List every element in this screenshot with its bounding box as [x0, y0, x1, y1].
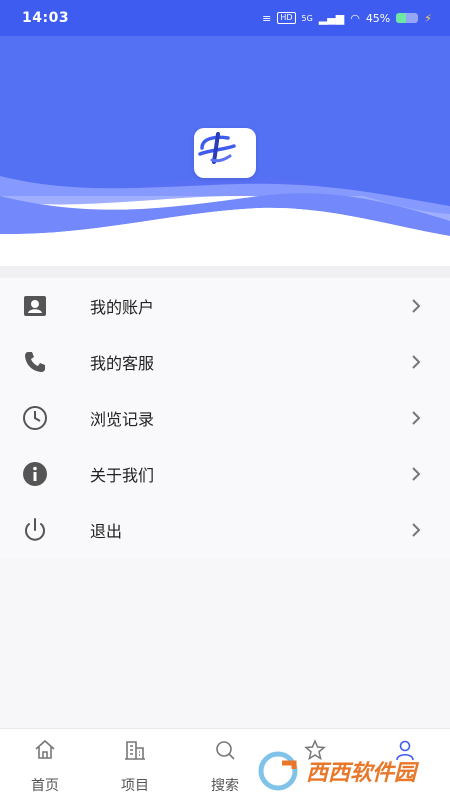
chevron-right-icon: [412, 355, 421, 369]
vibrate-icon: ≡: [262, 11, 272, 25]
chevron-right-icon: [412, 299, 421, 313]
menu-item-label: 我的客服: [90, 354, 155, 373]
search-icon: [216, 741, 235, 760]
watermark-text: 西西软件园: [306, 761, 417, 786]
signal-icon: ▂▄▆: [318, 11, 345, 25]
status-time: 14:03: [22, 10, 70, 26]
menu-item-logout[interactable]: 退出: [0, 502, 450, 558]
network-label: 5G: [301, 13, 313, 23]
watermark-logo-icon: [258, 751, 298, 791]
building-icon: [125, 741, 145, 760]
watermark: 西西软件园: [258, 748, 434, 794]
chevron-right-icon: [412, 467, 421, 481]
menu-list: 我的账户 我的客服 浏览记录 关于我们 退出: [0, 278, 450, 558]
section-divider: [0, 266, 450, 278]
profile-header: [0, 36, 450, 270]
clock-icon: [22, 405, 48, 431]
chevron-right-icon: [412, 523, 421, 537]
menu-item-label: 关于我们: [90, 466, 155, 485]
tab-search[interactable]: 搜索: [180, 729, 270, 800]
tab-home[interactable]: 首页: [0, 729, 90, 800]
menu-item-account[interactable]: 我的账户: [0, 278, 450, 334]
tab-label: 项目: [121, 778, 149, 794]
account-icon: [22, 293, 48, 319]
menu-item-label: 我的账户: [90, 298, 155, 317]
battery-icon: [396, 13, 419, 23]
menu-item-history[interactable]: 浏览记录: [0, 390, 450, 446]
power-icon: [22, 517, 48, 543]
info-icon: [22, 461, 48, 487]
tab-label: 首页: [31, 778, 59, 794]
app-logo: [194, 128, 256, 178]
tab-projects[interactable]: 项目: [90, 729, 180, 800]
tab-label: 搜索: [211, 778, 239, 794]
menu-item-support[interactable]: 我的客服: [0, 334, 450, 390]
charging-icon: ⚡: [424, 11, 432, 25]
hd-badge: HD: [277, 12, 296, 24]
battery-percent: 45%: [365, 11, 391, 25]
home-icon: [35, 739, 55, 759]
menu-item-about[interactable]: 关于我们: [0, 446, 450, 502]
phone-icon: [22, 349, 48, 375]
app-logo-icon: [198, 132, 236, 164]
status-bar: 14:03 ≡ HD 5G ▂▄▆ ◠ 45% ⚡: [0, 0, 450, 36]
wifi-icon: ◠: [350, 11, 360, 25]
menu-item-label: 浏览记录: [90, 410, 155, 429]
chevron-right-icon: [412, 411, 421, 425]
status-icons: ≡ HD 5G ▂▄▆ ◠ 45% ⚡: [262, 12, 432, 25]
menu-item-label: 退出: [90, 522, 123, 541]
